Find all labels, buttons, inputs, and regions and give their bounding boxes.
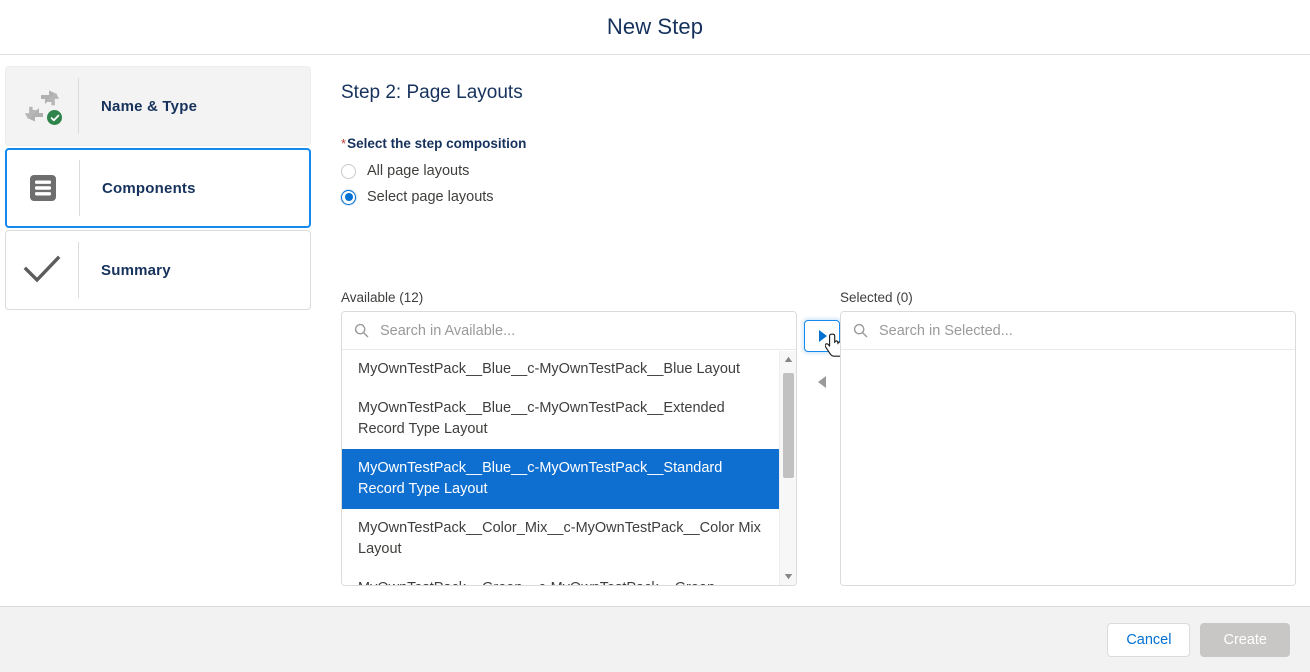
- scrollbar-thumb[interactable]: [783, 373, 794, 478]
- sidebar-item-name-and-type[interactable]: Name & Type: [5, 66, 311, 146]
- available-list[interactable]: MyOwnTestPack__Blue__c-MyOwnTestPack__Bl…: [342, 351, 796, 585]
- selected-column: Selected (0): [840, 290, 1296, 586]
- list-item-selected[interactable]: MyOwnTestPack__Blue__c-MyOwnTestPack__St…: [342, 449, 779, 509]
- scroll-up-arrow-icon[interactable]: [780, 351, 796, 368]
- sidebar-item-summary[interactable]: Summary: [5, 230, 311, 310]
- available-column: Available (12) MyOwnTestPac: [341, 290, 797, 586]
- step-icon-container: [7, 150, 79, 226]
- scroll-down-arrow-icon[interactable]: [780, 568, 796, 585]
- sidebar-item-label: Summary: [101, 261, 171, 279]
- step-icon-container: [6, 67, 78, 145]
- selected-panel: [840, 311, 1296, 586]
- radio-label: All page layouts: [367, 163, 470, 179]
- available-search-box[interactable]: [342, 312, 796, 350]
- radio-label: Select page layouts: [367, 189, 494, 205]
- modal-body: Name & Type Components Summary Step 2: P…: [0, 56, 1310, 663]
- contract-arrows-icon: [25, 89, 62, 125]
- available-list-inner: MyOwnTestPack__Blue__c-MyOwnTestPack__Bl…: [342, 351, 779, 585]
- available-heading: Available (12): [341, 290, 424, 305]
- composition-label-text: Select the step composition: [347, 136, 527, 151]
- list-item[interactable]: MyOwnTestPack__Color_Mix__c-MyOwnTestPac…: [342, 509, 779, 569]
- search-icon: [354, 323, 369, 338]
- sidebar-item-label: Name & Type: [101, 97, 198, 115]
- composition-field-label: *Select the step composition: [341, 136, 1301, 151]
- step-heading: Step 2: Page Layouts: [341, 82, 523, 103]
- sidebar-item-components[interactable]: Components: [5, 148, 311, 228]
- step-icon-container: [6, 231, 78, 309]
- step-navigation: Name & Type Components Summary: [5, 66, 311, 312]
- search-input-available[interactable]: [378, 321, 784, 340]
- cancel-button[interactable]: Cancel: [1107, 622, 1191, 657]
- sidebar-item-label: Components: [102, 179, 196, 197]
- available-list-scrollbar[interactable]: [779, 351, 796, 585]
- components-icon: [26, 171, 60, 205]
- transfer-buttons: [804, 320, 845, 398]
- required-marker: *: [341, 136, 347, 151]
- transfer-gap: [804, 352, 840, 366]
- list-item[interactable]: MyOwnTestPack__Blue__c-MyOwnTestPack__Ex…: [342, 389, 779, 449]
- available-panel: MyOwnTestPack__Blue__c-MyOwnTestPack__Bl…: [341, 311, 797, 586]
- radio-option-all-page-layouts[interactable]: All page layouts: [341, 159, 1301, 183]
- radio-mark-checked[interactable]: [341, 189, 356, 205]
- dueling-picklist: Available (12) MyOwnTestPac: [341, 290, 1301, 610]
- list-item[interactable]: MyOwnTestPack__Green__c-MyOwnTestPack__G…: [342, 569, 779, 585]
- selected-heading: Selected (0): [840, 290, 913, 305]
- selected-list[interactable]: [841, 351, 1295, 585]
- move-right-button[interactable]: [804, 320, 845, 357]
- check-icon: [23, 255, 61, 285]
- modal-header: New Step: [0, 0, 1310, 55]
- search-icon: [853, 323, 868, 338]
- create-button[interactable]: Create: [1200, 622, 1290, 657]
- modal-footer: Cancel Create: [0, 606, 1310, 672]
- page-title: New Step: [606, 14, 704, 39]
- step-content: Step 2: Page Layouts *Select the step co…: [341, 82, 1301, 211]
- radio-option-select-page-layouts[interactable]: Select page layouts: [341, 185, 1301, 209]
- selected-search-box[interactable]: [841, 312, 1295, 350]
- move-left-button[interactable]: [804, 366, 840, 398]
- list-item[interactable]: MyOwnTestPack__Blue__c-MyOwnTestPack__Bl…: [342, 351, 779, 389]
- search-input-selected[interactable]: [877, 321, 1283, 340]
- step-complete-check-icon: [47, 110, 62, 125]
- new-step-modal: New Step Name & Type Components Summary …: [0, 0, 1310, 672]
- radio-mark-unchecked[interactable]: [341, 163, 356, 179]
